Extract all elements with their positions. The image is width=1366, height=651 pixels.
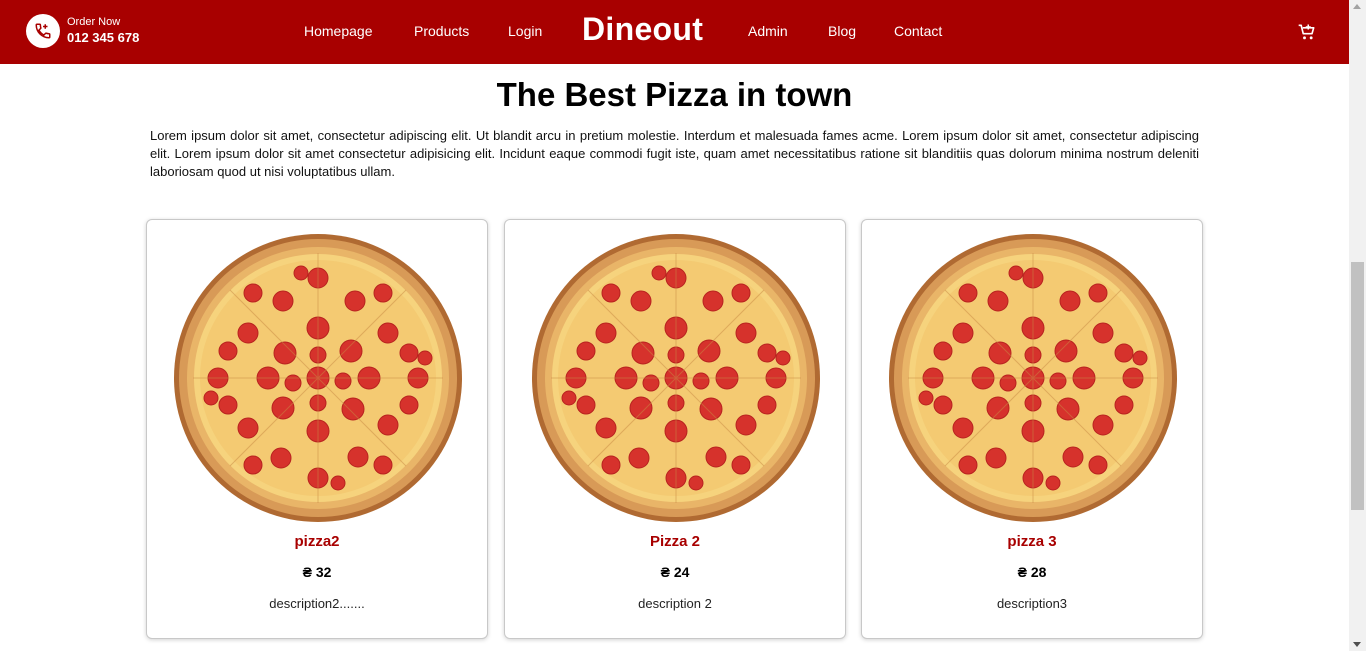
scroll-thumb[interactable] [1351,262,1364,510]
pizza-image [531,233,821,523]
product-price: ₴ 32 [302,564,332,580]
product-description: description2....... [269,596,365,611]
page-scrollbar[interactable] [1349,0,1366,651]
pizza-image [173,233,463,523]
order-label: Order Now [67,16,121,29]
nav-admin[interactable]: Admin [748,23,788,39]
product-description: description 2 [638,596,712,611]
intro-text: Lorem ipsum dolor sit amet, consectetur … [150,128,1199,179]
product-name[interactable]: pizza 3 [862,533,1202,550]
product-price: ₴ 28 [1017,564,1047,580]
nav-contact[interactable]: Contact [894,23,942,39]
top-navbar: Order Now 012 345 678 Homepage Products … [0,0,1349,64]
nav-blog[interactable]: Blog [828,23,856,39]
nav-login[interactable]: Login [508,23,542,39]
scroll-down-arrow-icon[interactable] [1353,642,1361,647]
nav-homepage[interactable]: Homepage [304,23,373,39]
product-name[interactable]: Pizza 2 [505,533,845,550]
product-card[interactable]: Pizza 2 ₴ 24 description 2 [504,219,846,639]
order-number: 012 345 678 [67,29,140,45]
product-name[interactable]: pizza2 [147,533,487,550]
scroll-up-arrow-icon[interactable] [1353,4,1361,9]
pizza-image [888,233,1178,523]
nav-products[interactable]: Products [414,23,469,39]
product-card[interactable]: pizza2 ₴ 32 description2....... [146,219,488,639]
order-now[interactable]: Order Now 012 345 678 [26,14,139,48]
product-description: description3 [996,596,1068,611]
product-price: ₴ 24 [660,564,690,580]
logo[interactable]: Dineout [582,11,703,48]
page-title: The Best Pizza in town [496,76,853,113]
phone-icon [26,14,60,48]
product-card[interactable]: pizza 3 ₴ 28 description3 [861,219,1203,639]
cart-icon[interactable] [1297,22,1317,42]
